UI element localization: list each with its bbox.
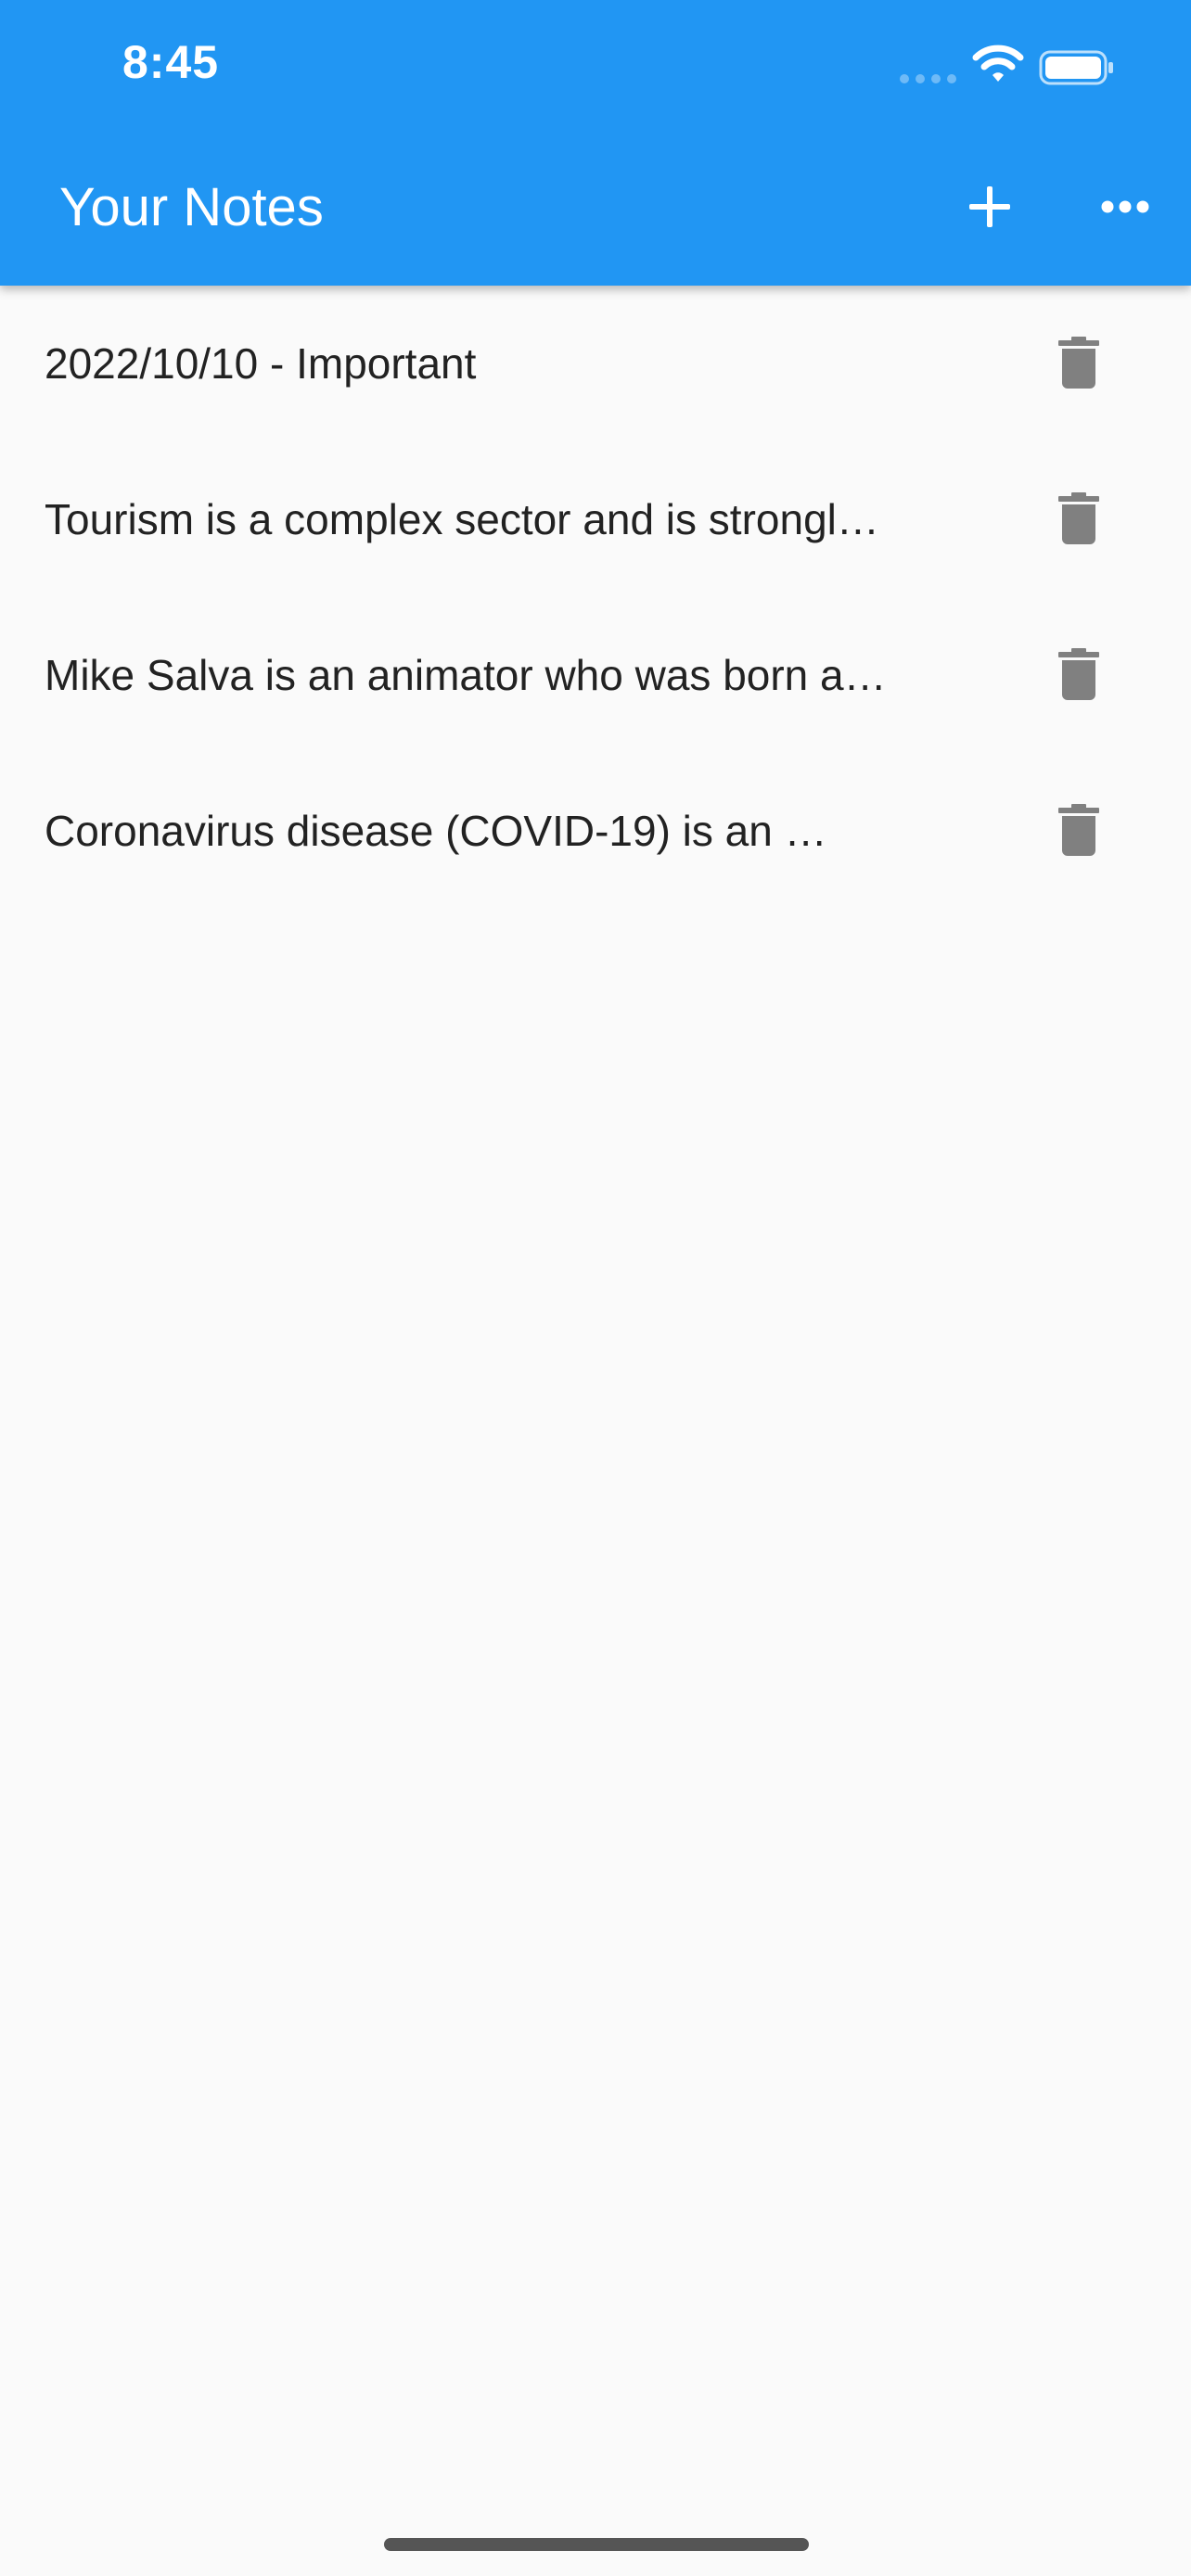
app-bar: 8:45 Your Notes	[0, 0, 1191, 286]
plus-icon	[969, 186, 1010, 227]
delete-note-button[interactable]	[1048, 799, 1109, 861]
note-item[interactable]: Tourism is a complex sector and is stron…	[0, 441, 1191, 597]
more-options-button[interactable]	[1095, 181, 1156, 233]
more-horizontal-icon	[1101, 200, 1149, 213]
trash-icon	[1058, 337, 1099, 389]
notes-list: 2022/10/10 - Important Tourism is a comp…	[0, 286, 1191, 909]
note-title: Coronavirus disease (COVID-19) is an …	[45, 807, 827, 855]
home-indicator[interactable]	[384, 2538, 809, 2551]
trash-icon	[1058, 492, 1099, 544]
add-note-button[interactable]	[959, 176, 1020, 237]
cellular-signal-icon	[900, 74, 957, 83]
note-item[interactable]: Coronavirus disease (COVID-19) is an …	[0, 753, 1191, 909]
wifi-icon	[972, 45, 1024, 82]
battery-icon	[1039, 50, 1113, 85]
trash-icon	[1058, 648, 1099, 700]
note-title: Tourism is a complex sector and is stron…	[45, 495, 879, 543]
page-title: Your Notes	[59, 177, 324, 237]
note-item[interactable]: Mike Salva is an animator who was born a…	[0, 597, 1191, 753]
delete-note-button[interactable]	[1048, 644, 1109, 705]
note-title: 2022/10/10 - Important	[45, 339, 477, 388]
note-item[interactable]: 2022/10/10 - Important	[0, 286, 1191, 441]
status-bar: 8:45	[0, 0, 1191, 139]
app-screen: 8:45 Your Notes 2022/10/10 - Important T…	[0, 0, 1191, 2576]
trash-icon	[1058, 804, 1099, 856]
delete-note-button[interactable]	[1048, 488, 1109, 549]
status-time: 8:45	[122, 36, 220, 88]
note-title: Mike Salva is an animator who was born a…	[45, 651, 887, 699]
delete-note-button[interactable]	[1048, 332, 1109, 393]
